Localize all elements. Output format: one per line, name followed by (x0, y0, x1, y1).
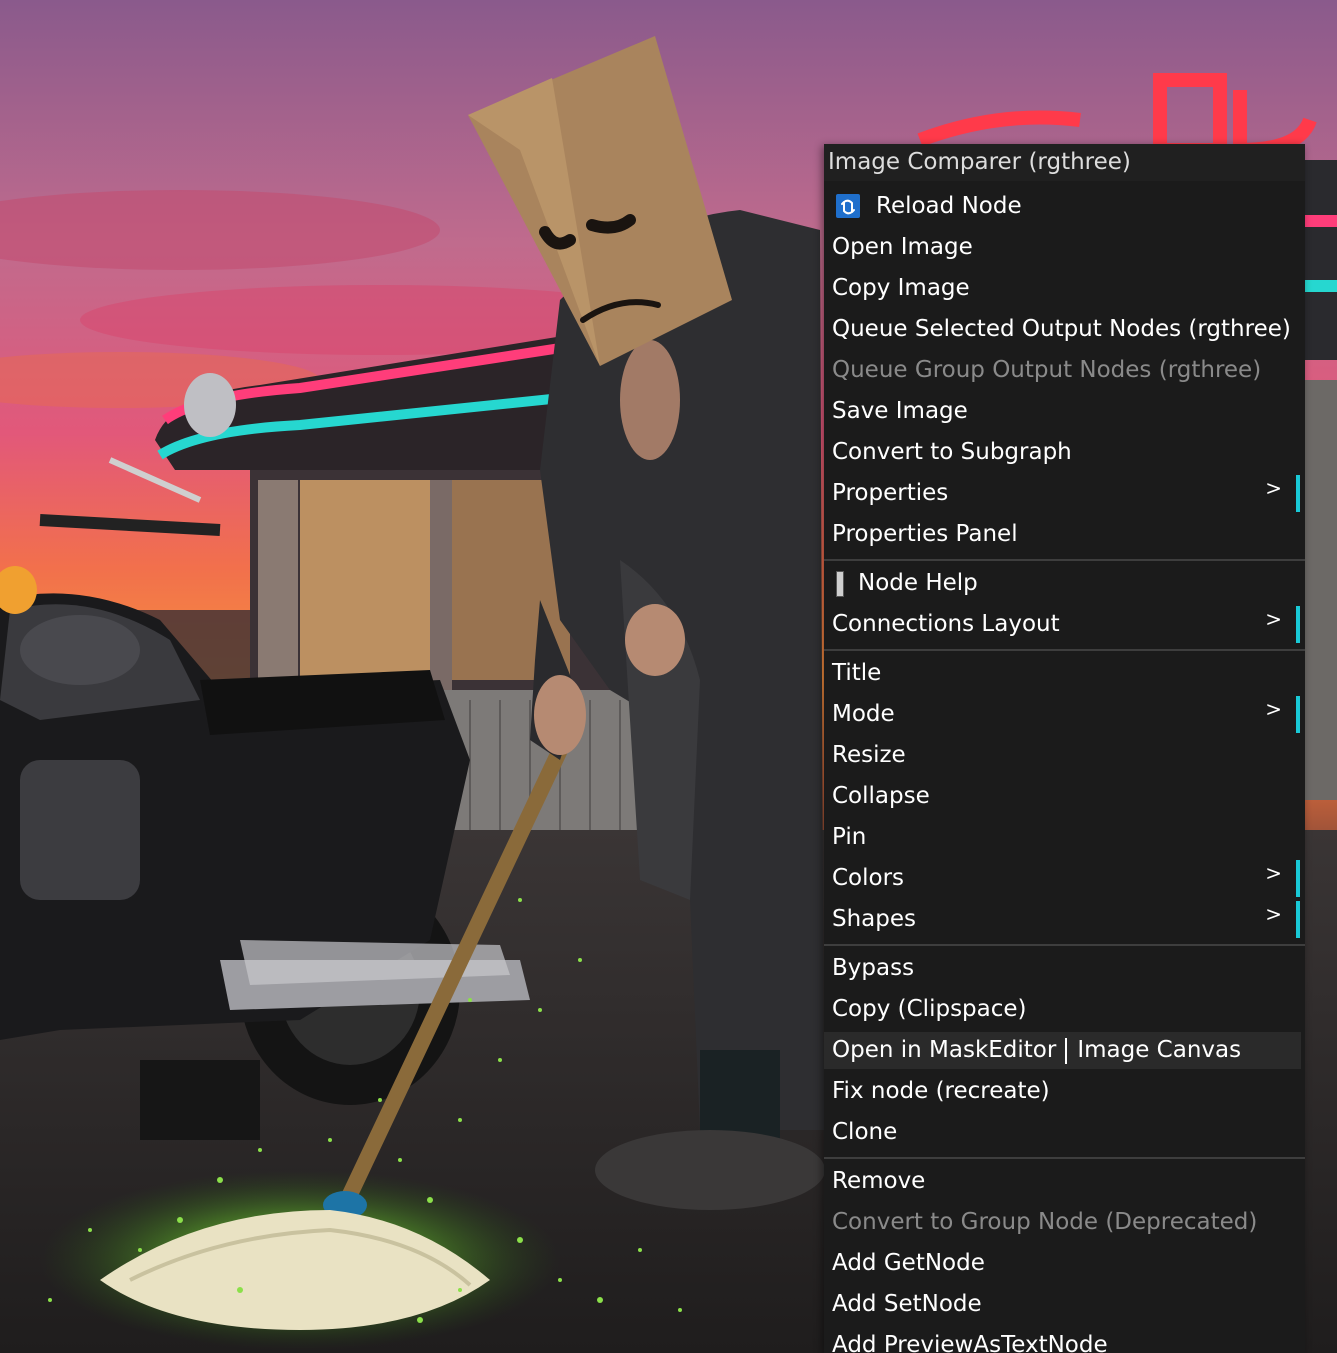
menu-item-label: Fix node (recreate) (832, 1078, 1050, 1104)
submenu-arrow-icon: > (1265, 697, 1282, 721)
menu-item-open-in-maskeditor[interactable]: Open in MaskEditor Image Canvas (824, 1032, 1301, 1069)
menu-separator (824, 1157, 1305, 1159)
menu-item-convert-to-subgraph[interactable]: Convert to Subgraph (824, 434, 1301, 471)
menu-item-label: Add PreviewAsTextNode (832, 1332, 1108, 1353)
menu-item-label: Connections Layout (832, 611, 1060, 637)
menu-item-label: Clone (832, 1119, 898, 1145)
menu-item-pin[interactable]: Pin (824, 819, 1301, 856)
menu-item-add-setnode[interactable]: Add SetNode (824, 1286, 1301, 1323)
menu-item-shapes[interactable]: Shapes > (824, 901, 1301, 938)
menu-item-properties-panel[interactable]: Properties Panel (824, 516, 1301, 553)
submenu-indicator (1296, 696, 1300, 733)
menu-item-reload-node[interactable]: Reload Node (824, 188, 1301, 225)
menu-item-convert-to-group-node-deprecated: Convert to Group Node (Deprecated) (824, 1204, 1301, 1241)
menu-separator (824, 559, 1305, 561)
menu-item-label: Pin (832, 824, 867, 850)
menu-item-label: Convert to Subgraph (832, 439, 1072, 465)
menu-item-label: Add GetNode (832, 1250, 985, 1276)
menu-item-label: Copy Image (832, 275, 970, 301)
submenu-indicator (1296, 606, 1300, 643)
menu-item-remove[interactable]: Remove (824, 1163, 1301, 1200)
menu-item-copy-clipspace[interactable]: Copy (Clipspace) (824, 991, 1301, 1028)
menu-item-mode[interactable]: Mode > (824, 696, 1301, 733)
node-context-menu: Image Comparer (rgthree) Reload Node Open… (824, 144, 1305, 1353)
submenu-arrow-icon: > (1265, 607, 1282, 631)
submenu-arrow-icon: > (1265, 861, 1282, 885)
menu-item-colors[interactable]: Colors > (824, 860, 1301, 897)
menu-item-label: Save Image (832, 398, 968, 424)
menu-item-label: Resize (832, 742, 906, 768)
menu-item-label: Copy (Clipspace) (832, 996, 1027, 1022)
menu-item-label: Convert to Group Node (Deprecated) (832, 1209, 1258, 1235)
menu-item-queue-group-output-nodes-rgthree: Queue Group Output Nodes (rgthree) (824, 352, 1301, 389)
menu-item-label: Mode (832, 701, 895, 727)
menu-separator (824, 649, 1305, 651)
submenu-indicator (1296, 475, 1300, 512)
menu-item-label: Title (832, 660, 882, 686)
menu-item-connections-layout[interactable]: Connections Layout > (824, 606, 1301, 643)
menu-title: Image Comparer (rgthree) (824, 144, 1305, 181)
menu-item-bypass[interactable]: Bypass (824, 950, 1301, 987)
menu-item-node-help[interactable]: Node Help (824, 565, 1301, 602)
menu-item-label: Properties Panel (832, 521, 1018, 547)
menu-item-label: Properties (832, 480, 949, 506)
menu-item-label: Reload Node (876, 193, 1022, 219)
menu-item-collapse[interactable]: Collapse (824, 778, 1301, 815)
help-icon (836, 571, 844, 597)
menu-item-label: Open Image (832, 234, 973, 260)
menu-item-label: Shapes (832, 906, 917, 932)
menu-item-label: Remove (832, 1168, 926, 1194)
menu-item-properties[interactable]: Properties > (824, 475, 1301, 512)
menu-item-label: Collapse (832, 783, 930, 809)
menu-item-clone[interactable]: Clone (824, 1114, 1301, 1151)
menu-item-label: Open in MaskEditor (832, 1037, 1057, 1063)
menu-item-label: Node Help (858, 570, 978, 596)
menu-item-add-previewastextnode[interactable]: Add PreviewAsTextNode (824, 1327, 1301, 1353)
canvas-stage: Image Comparer (rgthree) Reload Node Open… (0, 0, 1337, 1353)
menu-item-label: Add SetNode (832, 1291, 982, 1317)
menu-item-add-getnode[interactable]: Add GetNode (824, 1245, 1301, 1282)
divider-pipe (1065, 1038, 1068, 1064)
menu-item-queue-selected-output-nodes-rgthree[interactable]: Queue Selected Output Nodes (rgthree) (824, 311, 1301, 348)
submenu-arrow-icon: > (1265, 902, 1282, 926)
reload-icon (836, 194, 860, 218)
submenu-indicator (1296, 901, 1300, 938)
menu-item-label: Bypass (832, 955, 915, 981)
menu-item-label-secondary: Image Canvas (1077, 1037, 1242, 1063)
menu-item-resize[interactable]: Resize (824, 737, 1301, 774)
menu-separator (824, 944, 1305, 946)
menu-item-label: Colors (832, 865, 905, 891)
menu-item-label: Queue Group Output Nodes (rgthree) (832, 357, 1262, 383)
submenu-arrow-icon: > (1265, 476, 1282, 500)
menu-item-copy-image[interactable]: Copy Image (824, 270, 1301, 307)
menu-item-label: Queue Selected Output Nodes (rgthree) (832, 316, 1291, 342)
menu-item-open-image[interactable]: Open Image (824, 229, 1301, 266)
menu-item-title[interactable]: Title (824, 655, 1301, 692)
menu-item-save-image[interactable]: Save Image (824, 393, 1301, 430)
submenu-indicator (1296, 860, 1300, 897)
menu-item-fix-node-recreate[interactable]: Fix node (recreate) (824, 1073, 1301, 1110)
